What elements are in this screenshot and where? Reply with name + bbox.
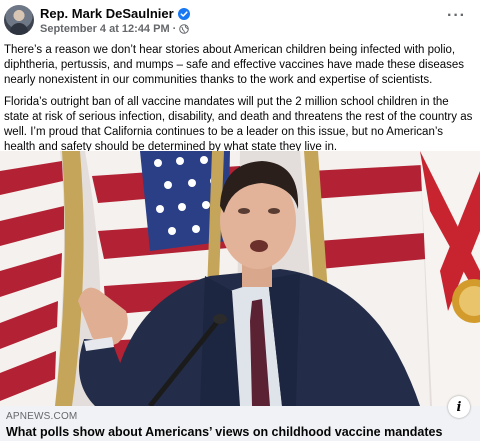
info-icon[interactable]: i: [448, 396, 470, 418]
author-name[interactable]: Rep. Mark DeSaulnier: [40, 6, 174, 21]
post-header: Rep. Mark DeSaulnier September 4 at 12:4…: [4, 5, 480, 37]
link-preview-footer[interactable]: APNEWS.COM What polls show about America…: [0, 406, 480, 441]
facebook-post: Rep. Mark DeSaulnier September 4 at 12:4…: [0, 0, 480, 441]
post-paragraph: There’s a reason we don’t hear stories a…: [4, 44, 465, 86]
post-text: There’s a reason we don’t hear stories a…: [4, 43, 474, 162]
us-flag-left: [0, 151, 84, 406]
post-meta: September 4 at 12:44 PM ·: [40, 23, 190, 35]
link-preview-image[interactable]: [0, 151, 480, 406]
link-headline[interactable]: What polls show about Americans’ views o…: [6, 425, 442, 439]
speaker-photo: [0, 151, 480, 406]
verified-badge-icon: [177, 7, 190, 20]
post-paragraph: Florida’s outright ban of all vaccine ma…: [4, 96, 473, 153]
link-domain: APNEWS.COM: [6, 411, 78, 422]
globe-icon: [179, 24, 190, 34]
more-options-icon[interactable]: ···: [447, 8, 466, 24]
author-avatar[interactable]: [4, 5, 34, 35]
author-name-row: Rep. Mark DeSaulnier: [40, 6, 190, 21]
meta-separator: ·: [172, 23, 177, 35]
post-timestamp[interactable]: September 4 at 12:44 PM: [40, 23, 170, 35]
